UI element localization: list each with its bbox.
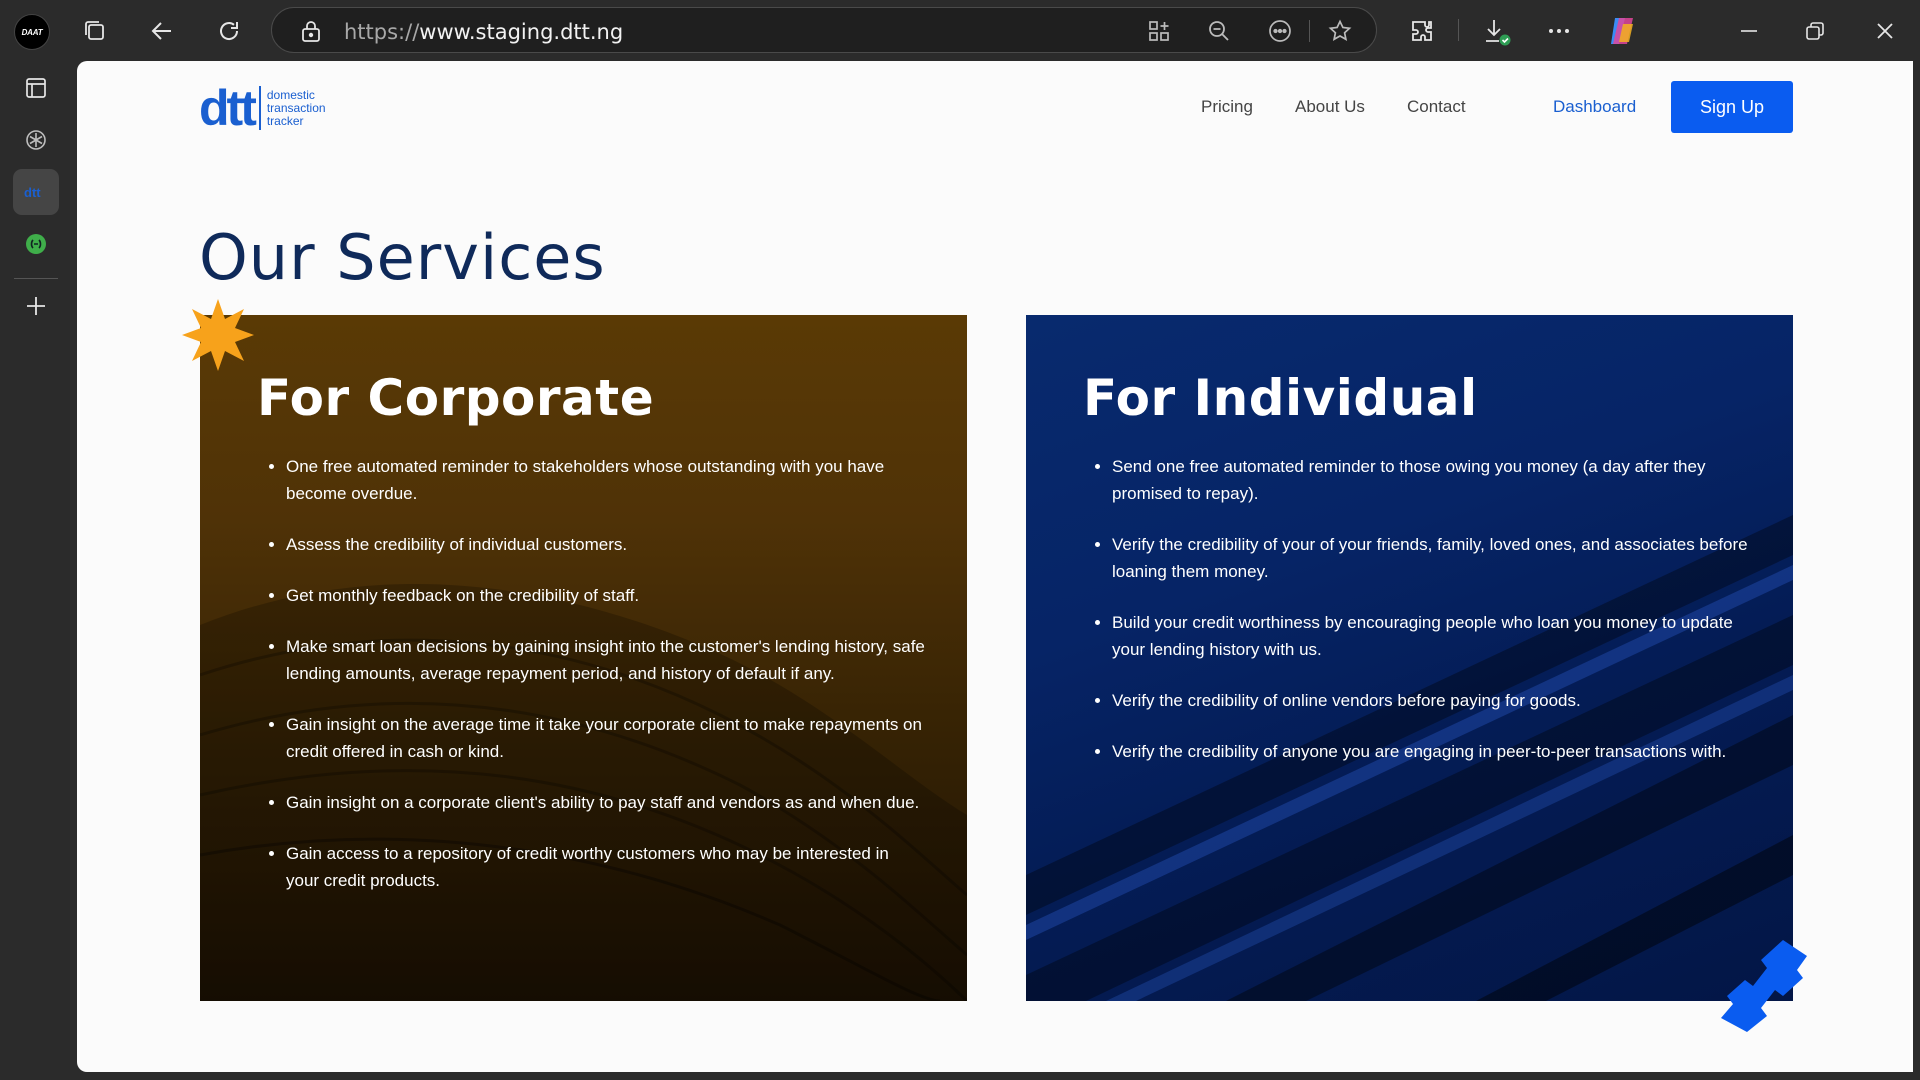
corporate-services-card: For Corporate One free automated reminde…: [200, 315, 967, 1001]
add-icon[interactable]: [13, 283, 59, 329]
close-icon[interactable]: [1870, 16, 1900, 46]
corporate-title: For Corporate: [257, 369, 655, 427]
chatgpt-icon[interactable]: [13, 117, 59, 163]
extensions-icon[interactable]: [1407, 16, 1437, 46]
back-icon[interactable]: [147, 16, 177, 46]
profile-avatar[interactable]: DAAT: [14, 14, 50, 50]
address-bar[interactable]: https://www.staging.dtt.ng: [271, 7, 1377, 53]
individual-services-card: For Individual Send one free automated r…: [1026, 315, 1793, 1001]
site-nav: Pricing About Us Contact Dashboard Sign …: [77, 81, 1913, 133]
lock-icon[interactable]: [298, 18, 324, 44]
favorite-icon[interactable]: [1327, 18, 1353, 44]
tab-panel-icon[interactable]: [13, 65, 59, 111]
url-scheme: https://: [344, 20, 420, 44]
svg-text:dtt: dtt: [24, 185, 41, 199]
sidebar-divider: [14, 278, 58, 279]
url-domain: www.staging.dtt.ng: [419, 20, 624, 44]
app-icon[interactable]: [13, 221, 59, 267]
list-item: Verify the credibility of online vendors…: [1112, 687, 1752, 714]
toolbar-divider: [1458, 19, 1459, 41]
list-item: Verify the credibility of your of your f…: [1112, 531, 1752, 585]
list-item: Verify the credibility of anyone you are…: [1112, 738, 1752, 765]
sign-up-button[interactable]: Sign Up: [1671, 81, 1793, 133]
list-item: Gain access to a repository of credit wo…: [286, 840, 926, 894]
list-item: Gain insight on the average time it take…: [286, 711, 926, 765]
reader-icon[interactable]: [1267, 18, 1293, 44]
corporate-list: One free automated reminder to stakehold…: [286, 453, 926, 918]
nav-about-us[interactable]: About Us: [1295, 97, 1365, 117]
list-item: Build your credit worthiness by encourag…: [1112, 609, 1752, 663]
list-item: Make smart loan decisions by gaining ins…: [286, 633, 926, 687]
zoom-out-icon[interactable]: [1206, 18, 1232, 44]
list-item: One free automated reminder to stakehold…: [286, 453, 926, 507]
list-item: Gain insight on a corporate client's abi…: [286, 789, 926, 816]
downloads-icon[interactable]: [1481, 16, 1513, 48]
restore-icon[interactable]: [1800, 16, 1830, 46]
star-accent-icon: [182, 299, 254, 371]
page-title: Our Services: [199, 221, 606, 294]
profile-label: DAAT: [21, 27, 43, 37]
individual-list: Send one free automated reminder to thos…: [1112, 453, 1752, 789]
zigzag-accent-icon: [1721, 940, 1807, 1032]
address-divider: [1309, 20, 1310, 42]
more-icon[interactable]: [1544, 16, 1574, 46]
url-text[interactable]: https://www.staging.dtt.ng: [344, 20, 623, 44]
nav-pricing[interactable]: Pricing: [1201, 97, 1253, 117]
nav-contact[interactable]: Contact: [1407, 97, 1466, 117]
list-item: Assess the credibility of individual cus…: [286, 531, 926, 558]
list-item: Send one free automated reminder to thos…: [1112, 453, 1752, 507]
refresh-icon[interactable]: [214, 16, 244, 46]
browser-toolbar: DAAT https://www.staging.dtt.ng: [0, 0, 1920, 61]
apps-icon[interactable]: [1146, 18, 1172, 44]
web-page: dtt domestic transaction tracker Pricing…: [77, 61, 1913, 1072]
copilot-icon[interactable]: [1604, 13, 1640, 49]
minimize-icon[interactable]: [1734, 16, 1764, 46]
dashboard-link[interactable]: Dashboard: [1553, 97, 1636, 117]
list-item: Get monthly feedback on the credibility …: [286, 582, 926, 609]
workspaces-icon[interactable]: [80, 16, 110, 46]
individual-title: For Individual: [1083, 369, 1478, 427]
dtt-tab-icon[interactable]: dtt: [13, 169, 59, 215]
browser-sidebar: dtt: [0, 61, 77, 1080]
